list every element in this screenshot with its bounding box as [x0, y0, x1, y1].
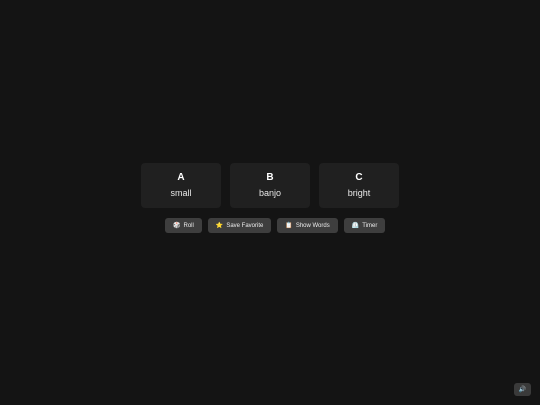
card-letter: A [177, 172, 185, 183]
timer-button-label: Timer [362, 222, 378, 229]
timer-button[interactable]: ⏲️ Timer [343, 218, 386, 233]
card-letter: B [266, 172, 274, 183]
roll-button[interactable]: 🎲 Roll [165, 218, 202, 233]
word-card-b: B banjo [230, 163, 310, 208]
card-word: banjo [258, 188, 282, 198]
save-favorite-button-label: Save Favorite [226, 222, 264, 229]
word-cards: A small B banjo C bright [141, 163, 399, 208]
word-card-a: A small [141, 163, 221, 208]
star-icon: ⭐ [215, 222, 224, 229]
show-words-button-label: Show Words [295, 222, 330, 229]
clipboard-icon: 📋 [285, 222, 293, 229]
dice-icon: 🎲 [173, 222, 181, 229]
card-word: bright [347, 188, 371, 198]
action-bar: 🎲 Roll ⭐ Save Favorite 📋 Show Words ⏲️ T… [165, 218, 386, 233]
save-favorite-button[interactable]: ⭐ Save Favorite [207, 218, 272, 233]
roll-button-label: Roll [183, 222, 194, 229]
card-word: small [170, 188, 192, 198]
card-letter: C [355, 172, 363, 183]
speaker-icon: 🔊 [518, 387, 527, 393]
word-card-c: C bright [319, 163, 399, 208]
sound-toggle-button[interactable]: 🔊 [514, 383, 531, 396]
show-words-button[interactable]: 📋 Show Words [277, 218, 338, 233]
app-stage: A small B banjo C bright 🎲 Roll ⭐ Save F… [0, 0, 540, 405]
timer-icon: ⏲️ [351, 222, 360, 229]
